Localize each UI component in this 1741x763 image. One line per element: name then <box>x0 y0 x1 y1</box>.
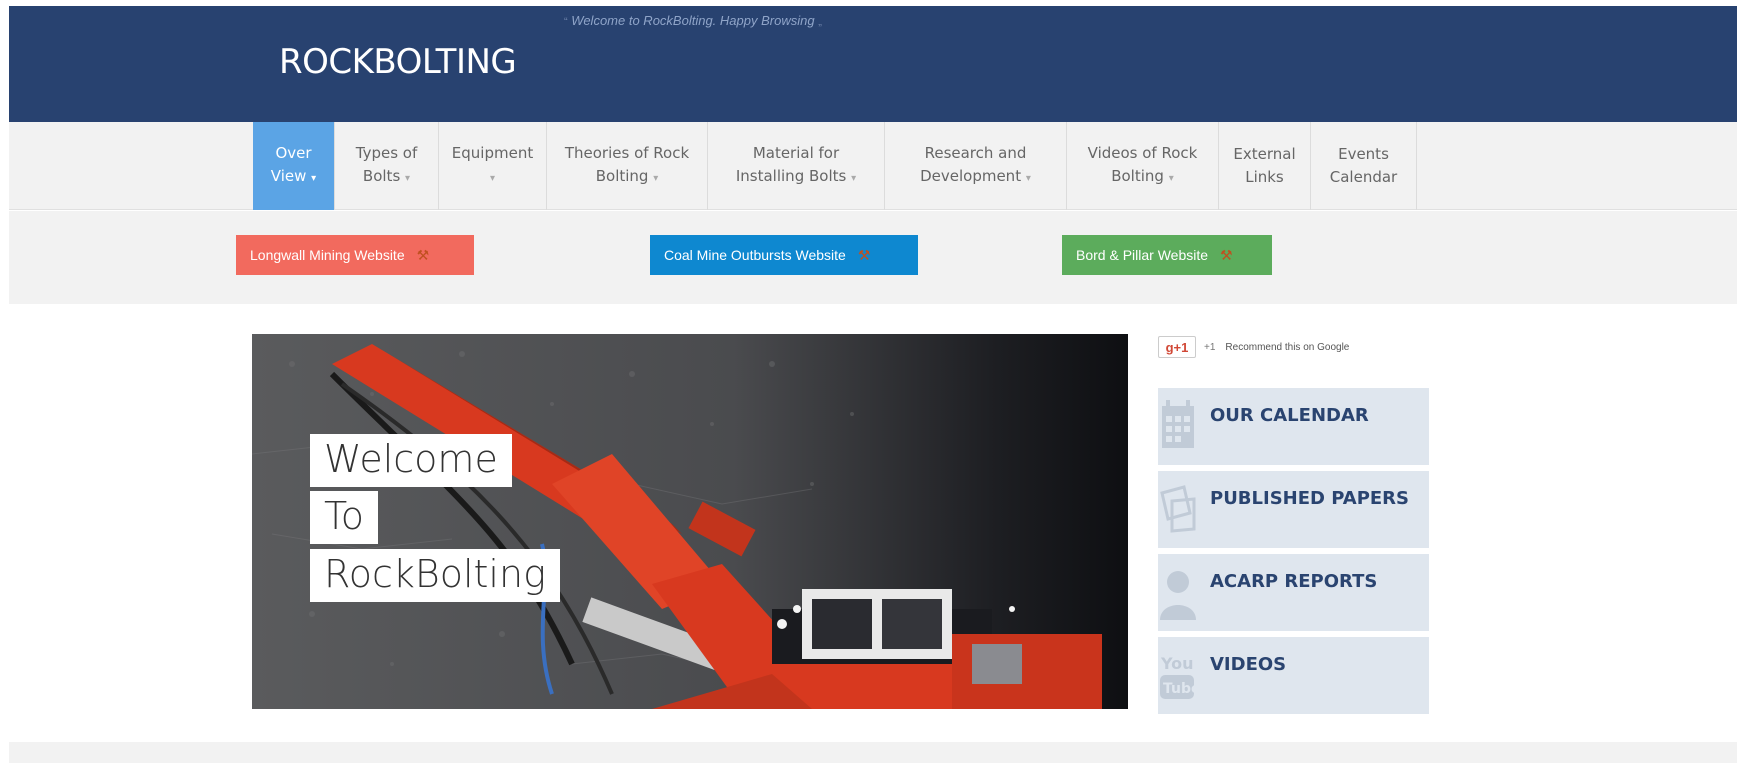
header-tagline: “ Welcome to RockBolting. Happy Browsing… <box>564 13 822 28</box>
hero-image <box>252 334 1128 709</box>
google-plus-text: Recommend this on Google <box>1225 341 1350 353</box>
nav-label-line2: View <box>270 167 307 185</box>
nav-label-line2: Bolts <box>362 167 401 185</box>
published-papers-card[interactable]: PUBLISHED PAPERS <box>1158 471 1429 548</box>
svg-text:You: You <box>1160 654 1194 673</box>
nav-label-line1: Videos of Rock <box>1087 144 1198 162</box>
chevron-down-icon: ▾ <box>1168 173 1174 184</box>
acarp-reports-card[interactable]: ACARP REPORTS <box>1158 554 1429 631</box>
hero-title-line1: Welcome <box>310 434 512 487</box>
chevron-down-icon: ▾ <box>851 173 857 184</box>
nav-item-research[interactable]: Research and Development ▾ <box>885 122 1067 210</box>
papers-icon <box>1160 485 1196 533</box>
card-label: VIDEOS <box>1210 654 1287 675</box>
chevron-down-icon: ▾ <box>489 173 496 184</box>
chevron-down-icon: ▾ <box>653 173 659 184</box>
close-quote-icon: „ <box>818 16 822 28</box>
nav-label-line2: Bolting <box>1111 167 1164 185</box>
chevron-down-icon: ▾ <box>405 173 411 184</box>
nav-label-line2: Bolting <box>595 167 649 185</box>
google-plus-button[interactable]: g+1 <box>1158 336 1196 358</box>
chevron-down-icon: ▾ <box>1025 173 1031 184</box>
google-plus-count: +1 <box>1204 341 1216 353</box>
svg-text:Tube: Tube <box>1163 681 1196 697</box>
footer-band <box>9 742 1737 763</box>
nav-label-line2: Development <box>920 167 1022 185</box>
bord-pillar-button[interactable]: Bord & Pillar Website ⚒ <box>1062 235 1272 275</box>
our-calendar-card[interactable]: OUR CALENDAR <box>1158 388 1429 465</box>
nav-label-line1: Research and <box>924 144 1027 162</box>
nav-item-equipment[interactable]: Equipment ▾ <box>439 122 547 210</box>
button-label: Bord & Pillar Website <box>1076 247 1209 263</box>
nav-item-material[interactable]: Material for Installing Bolts ▾ <box>708 122 885 210</box>
site-logo[interactable]: ROCKBOLTING <box>279 42 517 82</box>
nav-item-overview[interactable]: Over View ▾ <box>253 122 335 210</box>
main-nav: Over View ▾ Types of Bolts ▾ Equipment ▾ Th… <box>253 122 1417 210</box>
hero-title-line2: To <box>310 491 379 544</box>
tagline-text: Welcome to RockBolting. Happy Browsing <box>571 13 815 28</box>
videos-card[interactable]: You Tube VIDEOS <box>1158 637 1429 714</box>
nav-item-events-calendar[interactable]: Events Calendar <box>1311 122 1417 210</box>
card-label: OUR CALENDAR <box>1210 405 1369 426</box>
hammer-icon: ⚒ <box>857 246 871 263</box>
nav-label-line2: Installing Bolts <box>735 167 847 185</box>
nav-label-line1: Over <box>275 144 312 162</box>
google-plus-widget: g+1 +1 Recommend this on Google <box>1158 335 1349 359</box>
hero-title-line3: RockBolting <box>310 549 560 602</box>
hammer-icon: ⚒ <box>416 246 430 263</box>
chevron-down-icon: ▾ <box>311 173 317 184</box>
hammer-icon: ⚒ <box>1220 246 1233 263</box>
nav-label-line2: Links <box>1245 168 1284 186</box>
calendar-icon <box>1162 400 1194 448</box>
nav-label-line2: Calendar <box>1329 168 1398 186</box>
nav-item-external-links[interactable]: External Links <box>1219 122 1311 210</box>
nav-item-types-of-bolts[interactable]: Types of Bolts ▾ <box>335 122 439 210</box>
nav-label-line1: Material for <box>752 144 840 162</box>
nav-label-line1: External <box>1233 145 1296 163</box>
nav-label-line1: Equipment <box>451 144 534 162</box>
nav-label-line1: Types of <box>355 144 418 162</box>
card-label: PUBLISHED PAPERS <box>1210 488 1410 509</box>
button-label: Coal Mine Outbursts Website <box>664 247 846 263</box>
main-navbar: Over View ▾ Types of Bolts ▾ Equipment ▾ Th… <box>9 122 1737 210</box>
nav-label-line1: Theories of Rock <box>564 144 690 162</box>
nav-label-line1: Events <box>1338 145 1389 163</box>
user-icon <box>1160 571 1196 620</box>
card-label: ACARP REPORTS <box>1210 571 1378 592</box>
site-header: ROCKBOLTING “ Welcome to RockBolting. Ha… <box>9 6 1737 122</box>
coal-mine-outbursts-button[interactable]: Coal Mine Outbursts Website ⚒ <box>650 235 918 275</box>
nav-item-theories[interactable]: Theories of Rock Bolting ▾ <box>547 122 708 210</box>
youtube-icon: You Tube <box>1160 654 1196 699</box>
nav-item-videos[interactable]: Videos of Rock Bolting ▾ <box>1067 122 1219 210</box>
open-quote-icon: “ <box>564 16 568 28</box>
button-label: Longwall Mining Website <box>250 247 405 263</box>
hero-banner: Welcome To RockBolting <box>252 334 1128 709</box>
longwall-mining-button[interactable]: Longwall Mining Website ⚒ <box>236 235 474 275</box>
